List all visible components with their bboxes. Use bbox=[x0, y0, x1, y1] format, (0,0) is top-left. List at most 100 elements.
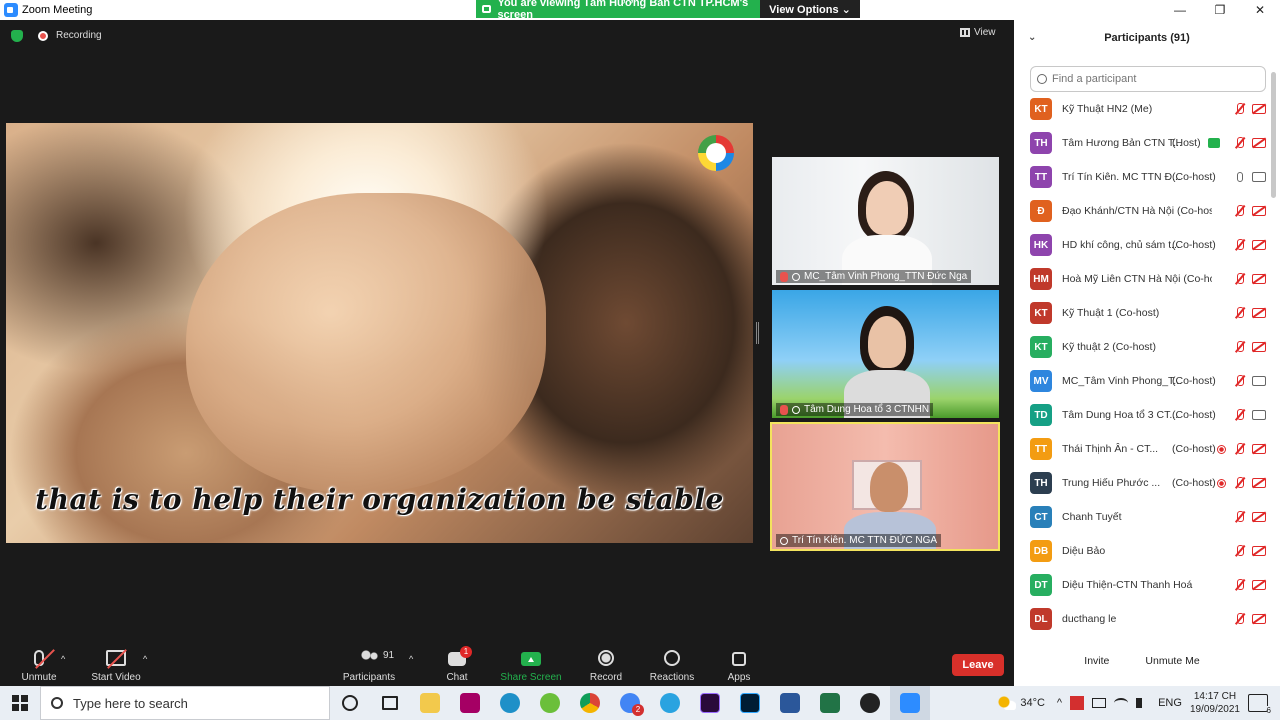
system-tray: 34°C ^ ENG 14:17 CH 19/09/2021 6 bbox=[998, 686, 1280, 720]
excel-icon[interactable] bbox=[810, 686, 850, 720]
video-tile[interactable]: MC_Tâm Vinh Phong_TTN Đức Nga bbox=[772, 157, 999, 285]
clock[interactable]: 14:17 CH 19/09/2021 bbox=[1190, 690, 1240, 716]
participant-row[interactable]: TT Thái Thịnh Ân - CT... (Co-host) bbox=[1014, 432, 1270, 466]
participant-row[interactable]: CT Chanh Tuyết bbox=[1014, 500, 1270, 534]
collapse-chevron-icon[interactable]: ⌄ bbox=[1028, 32, 1036, 43]
audio-options-chevron-icon[interactable]: ^ bbox=[61, 654, 65, 664]
participant-name: Diệu Thiện-CTN Thanh Hoá bbox=[1062, 579, 1193, 591]
view-label: View bbox=[974, 27, 996, 38]
view-options-button[interactable]: View Options ⌄ bbox=[760, 0, 860, 18]
participant-status-icons bbox=[1234, 545, 1266, 557]
reactions-button[interactable]: Reactions bbox=[648, 646, 696, 686]
edge-icon[interactable] bbox=[490, 686, 530, 720]
participant-row[interactable]: MV MC_Tâm Vinh Phong_T... (Co-host) bbox=[1014, 364, 1270, 398]
participant-status-icons bbox=[1234, 511, 1266, 523]
chrome-icon[interactable] bbox=[570, 686, 610, 720]
microphone-muted-icon bbox=[1234, 443, 1246, 455]
organization-logo bbox=[698, 135, 734, 171]
microphone-muted-icon bbox=[1234, 511, 1246, 523]
microphone-muted-icon bbox=[1234, 579, 1246, 591]
video-options-chevron-icon[interactable]: ^ bbox=[143, 654, 147, 664]
grid-icon bbox=[960, 28, 970, 37]
record-button[interactable]: Record bbox=[586, 646, 626, 686]
language-indicator[interactable]: ENG bbox=[1158, 697, 1182, 709]
notification-icon[interactable]: 6 bbox=[1248, 694, 1271, 715]
banner-text: You are viewing Tâm Hương Bản CTN TP.HCM… bbox=[497, 0, 749, 21]
obs-icon[interactable] bbox=[850, 686, 890, 720]
word-icon[interactable] bbox=[770, 686, 810, 720]
participant-name: Kỹ thuật 2 (Co-host) bbox=[1062, 341, 1156, 353]
invite-button[interactable]: Invite bbox=[1072, 650, 1121, 672]
participant-search-input[interactable] bbox=[1052, 73, 1252, 85]
participant-row[interactable]: HM Hoà Mỹ Liên CTN Hà Nội (Co-host) bbox=[1014, 262, 1270, 296]
participant-row[interactable]: TH Trung Hiếu Phước ... (Co-host) bbox=[1014, 466, 1270, 500]
participant-row[interactable]: HK HD khí công, chủ sám t... (Co-host) bbox=[1014, 228, 1270, 262]
tile-name-label: Tâm Dung Hoa tổ 3 CTNHN bbox=[776, 403, 934, 416]
weather-icon[interactable] bbox=[998, 696, 1017, 710]
participant-row[interactable]: KT Kỹ Thuật HN2 (Me) bbox=[1014, 92, 1270, 126]
view-button[interactable]: View bbox=[960, 27, 996, 38]
premiere-icon[interactable] bbox=[690, 686, 730, 720]
smiley-icon bbox=[664, 650, 680, 666]
apps-button[interactable]: Apps bbox=[724, 646, 754, 686]
show-hidden-icons-chevron-icon[interactable]: ^ bbox=[1057, 697, 1062, 709]
participants-button[interactable]: 91 Participants bbox=[340, 646, 398, 686]
start-button[interactable] bbox=[0, 686, 40, 720]
maximize-button[interactable]: ❐ bbox=[1200, 0, 1240, 20]
participant-name: Kỹ Thuật 1 (Co-host) bbox=[1062, 307, 1160, 319]
task-switch-icon[interactable] bbox=[370, 686, 410, 720]
participant-row[interactable]: KT Kỹ Thuật 1 (Co-host) bbox=[1014, 296, 1270, 330]
participant-row[interactable]: TH Tâm Hương Bản CTN T... (Host) bbox=[1014, 126, 1270, 160]
chrome-badge: 2 bbox=[632, 704, 644, 716]
telegram-icon[interactable] bbox=[650, 686, 690, 720]
participant-row[interactable]: KT Kỹ thuật 2 (Co-host) bbox=[1014, 330, 1270, 364]
start-video-button[interactable]: Start Video bbox=[88, 646, 144, 686]
panel-scrollbar[interactable] bbox=[1271, 72, 1276, 198]
panel-footer: Invite Unmute Me bbox=[1014, 650, 1270, 680]
volume-icon[interactable] bbox=[1136, 698, 1148, 708]
splitter-handle[interactable] bbox=[756, 322, 759, 344]
unmute-button[interactable]: Unmute bbox=[18, 646, 60, 686]
participant-row[interactable]: DL ducthang le bbox=[1014, 602, 1270, 636]
participant-status-icons bbox=[1215, 477, 1266, 489]
pin-icon bbox=[792, 405, 800, 414]
microphone-icon bbox=[1237, 172, 1243, 182]
participant-row[interactable]: DT Diệu Thiện-CTN Thanh Hoá bbox=[1014, 568, 1270, 602]
taskbar-search[interactable]: Type here to search bbox=[40, 686, 330, 720]
participant-row[interactable]: Đ Đạo Khánh/CTN Hà Nội (Co-host) bbox=[1014, 194, 1270, 228]
video-off-icon bbox=[1252, 614, 1266, 624]
video-off-icon bbox=[1252, 240, 1266, 250]
clock-time: 14:17 CH bbox=[1193, 691, 1237, 702]
participant-row[interactable]: TD Tâm Dung Hoa tổ 3 CT... (Co-host) bbox=[1014, 398, 1270, 432]
leave-button[interactable]: Leave bbox=[952, 654, 1004, 676]
video-off-icon bbox=[1252, 274, 1266, 284]
sharing-icon bbox=[1208, 138, 1220, 148]
close-button[interactable]: ✕ bbox=[1240, 0, 1280, 20]
search-icon bbox=[1037, 74, 1047, 84]
minimize-button[interactable]: — bbox=[1160, 0, 1200, 20]
antivirus-icon[interactable] bbox=[1070, 696, 1085, 710]
participant-row[interactable]: TT Trí Tín Kiên. MC TTN Đ... (Co-host) bbox=[1014, 160, 1270, 194]
chrome-profile-icon[interactable]: 2 bbox=[610, 686, 650, 720]
zoom-taskbar-icon[interactable] bbox=[890, 686, 930, 720]
photoshop-icon[interactable] bbox=[730, 686, 770, 720]
avatar: TT bbox=[1030, 438, 1052, 460]
participant-row[interactable]: DB Diệu Bảo bbox=[1014, 534, 1270, 568]
avatar: MV bbox=[1030, 370, 1052, 392]
microphone-muted-icon bbox=[1234, 205, 1246, 217]
wifi-icon[interactable] bbox=[1114, 698, 1129, 708]
task-view-icon[interactable] bbox=[330, 686, 370, 720]
active-speaker-tile[interactable]: Trí Tín Kiên. MC TTN ĐỨC NGA bbox=[770, 422, 1000, 551]
file-explorer-icon[interactable] bbox=[410, 686, 450, 720]
app-green-icon[interactable] bbox=[530, 686, 570, 720]
momo-icon[interactable] bbox=[450, 686, 490, 720]
avatar: TT bbox=[1030, 166, 1052, 188]
temperature[interactable]: 34°C bbox=[1020, 697, 1045, 709]
share-screen-button[interactable]: Share Screen bbox=[498, 646, 564, 686]
unmute-me-button[interactable]: Unmute Me bbox=[1133, 650, 1211, 672]
participant-search[interactable] bbox=[1030, 66, 1266, 92]
chat-button[interactable]: 1 Chat bbox=[440, 646, 474, 686]
battery-icon[interactable] bbox=[1092, 698, 1107, 708]
participants-options-chevron-icon[interactable]: ^ bbox=[409, 654, 413, 664]
video-tile[interactable]: Tâm Dung Hoa tổ 3 CTNHN bbox=[772, 290, 999, 418]
